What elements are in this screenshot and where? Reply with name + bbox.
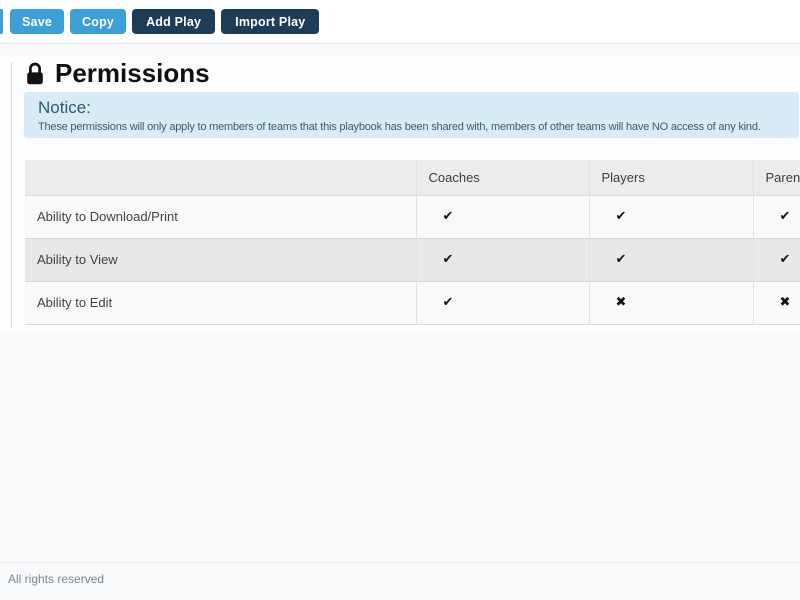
permission-mark-players: ✔	[588, 237, 753, 281]
page-title-text: Permissions	[55, 57, 210, 88]
table-row-view: Ability to View ✔ ✔ ✔	[25, 237, 800, 281]
permission-mark-coaches: ✔	[415, 280, 589, 325]
toolbar-button-row: Save Copy Add Play Import Play	[10, 9, 320, 34]
lock-icon	[25, 62, 45, 86]
row-label: Ability to View	[25, 237, 416, 281]
column-header-parents: Parents	[752, 160, 800, 195]
permissions-table: Coaches Players Parents Ability to Downl…	[25, 160, 800, 325]
import-play-button[interactable]: Import Play	[221, 9, 320, 34]
copy-button[interactable]: Copy	[70, 9, 127, 34]
toolbar: Save Copy Add Play Import Play	[0, 0, 800, 44]
add-play-button[interactable]: Add Play	[132, 9, 216, 34]
notice-body: These permissions will only apply to mem…	[38, 121, 761, 133]
notice-box: Notice: These permissions will only appl…	[24, 92, 799, 138]
panel-left-border	[11, 62, 12, 328]
cut-off-button-sliver[interactable]	[0, 9, 3, 34]
row-label: Ability to Download/Print	[25, 194, 416, 238]
row-label: Ability to Edit	[25, 280, 416, 325]
table-row-download-print: Ability to Download/Print ✔ ✔ ✔	[25, 194, 800, 238]
permission-mark-players: ✖	[588, 280, 753, 325]
notice-heading: Notice:	[38, 98, 91, 117]
column-header-empty	[25, 160, 416, 195]
permission-mark-parents: ✔	[752, 237, 800, 281]
permission-mark-players: ✔	[588, 194, 753, 238]
column-header-players: Players	[588, 160, 753, 195]
permissions-table-container: Coaches Players Parents Ability to Downl…	[25, 160, 800, 325]
table-row-edit: Ability to Edit ✔ ✖ ✖	[25, 280, 800, 325]
footer: All rights reserved	[0, 562, 800, 600]
permission-mark-parents: ✖	[752, 280, 800, 325]
column-header-coaches: Coaches	[415, 160, 589, 195]
footer-text: All rights reserved	[8, 572, 105, 586]
permission-mark-parents: ✔	[752, 194, 800, 238]
save-button[interactable]: Save	[10, 9, 64, 34]
main-content: Permissions Notice: These permissions wi…	[0, 55, 800, 331]
permission-mark-coaches: ✔	[415, 194, 589, 238]
permission-mark-coaches: ✔	[415, 237, 589, 281]
table-header-row: Coaches Players Parents	[25, 160, 800, 195]
page-title: Permissions	[25, 58, 210, 88]
